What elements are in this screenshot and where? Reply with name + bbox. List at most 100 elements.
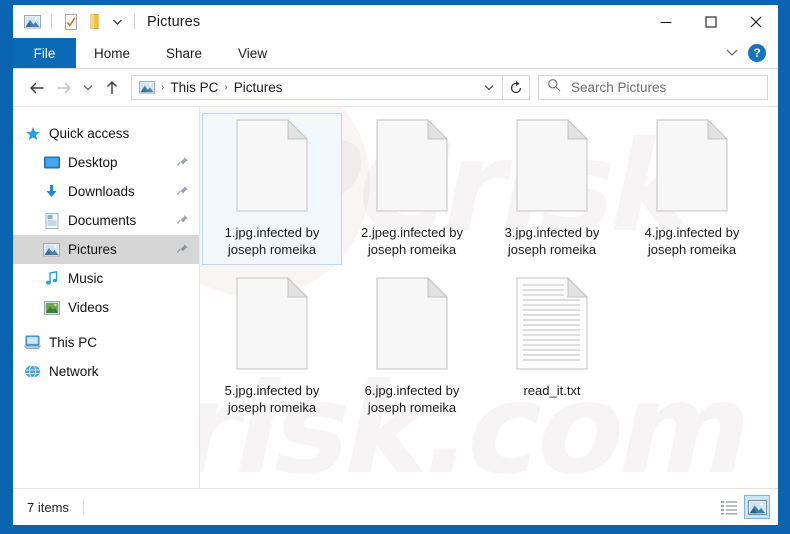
blank-file-icon bbox=[376, 118, 449, 217]
pictures-folder-icon[interactable] bbox=[24, 13, 41, 30]
breadcrumb-pictures[interactable]: Pictures bbox=[230, 80, 287, 95]
up-button[interactable] bbox=[98, 74, 125, 101]
tab-share[interactable]: Share bbox=[148, 38, 220, 68]
title-bar: Pictures bbox=[13, 5, 778, 38]
status-bar: 7 items bbox=[13, 488, 778, 525]
tab-file[interactable]: File bbox=[13, 38, 76, 68]
recent-locations-button[interactable] bbox=[77, 74, 98, 101]
file-item[interactable]: 1.jpg.infected by joseph romeika bbox=[202, 113, 342, 265]
address-pictures-icon bbox=[138, 79, 155, 96]
window-title: Pictures bbox=[147, 13, 201, 30]
file-name-label: 3.jpg.infected by joseph romeika bbox=[504, 225, 600, 257]
address-bar[interactable]: › This PC › Pictures bbox=[131, 75, 503, 100]
sidebar-item-videos[interactable]: Videos bbox=[13, 293, 199, 322]
large-icons-view-button[interactable] bbox=[744, 495, 770, 519]
address-dropdown-chevron-icon[interactable] bbox=[478, 76, 500, 99]
blank-file-icon bbox=[376, 276, 449, 375]
file-item[interactable]: 3.jpg.infected by joseph romeika bbox=[482, 113, 622, 265]
help-icon[interactable]: ? bbox=[748, 44, 766, 62]
desktop-icon bbox=[43, 154, 60, 171]
search-box[interactable]: Search Pictures bbox=[538, 75, 768, 100]
documents-icon bbox=[43, 212, 60, 229]
sidebar-item-quick-access[interactable]: Quick access bbox=[13, 119, 199, 148]
sidebar-item-desktop[interactable]: Desktop bbox=[13, 148, 199, 177]
explorer-body: Quick access Desktop Downloads Documents… bbox=[13, 106, 778, 488]
sidebar-item-label: This PC bbox=[49, 335, 98, 350]
sidebar-item-music[interactable]: Music bbox=[13, 264, 199, 293]
file-name-label: 5.jpg.infected by joseph romeika bbox=[224, 383, 320, 415]
breadcrumb-separator-1[interactable]: › bbox=[222, 82, 229, 93]
file-item[interactable]: read_it.txt bbox=[482, 271, 622, 423]
item-count-label: 7 items bbox=[27, 499, 69, 515]
refresh-button[interactable] bbox=[503, 75, 530, 100]
sidebar-item-label: Videos bbox=[68, 300, 110, 315]
sidebar-item-label: Desktop bbox=[68, 155, 118, 170]
navigation-pane: Quick access Desktop Downloads Documents… bbox=[13, 107, 200, 488]
sidebar-item-label: Downloads bbox=[68, 184, 135, 199]
pin-icon[interactable] bbox=[176, 185, 189, 198]
toolbar-separator-2 bbox=[134, 14, 135, 29]
sidebar-item-documents[interactable]: Documents bbox=[13, 206, 199, 235]
window-controls bbox=[643, 5, 778, 38]
this-pc-icon bbox=[24, 334, 41, 351]
sidebar-item-pictures[interactable]: Pictures bbox=[13, 235, 199, 264]
back-button[interactable] bbox=[23, 74, 50, 101]
file-name-label: read_it.txt bbox=[523, 383, 581, 398]
file-item[interactable]: 5.jpg.infected by joseph romeika bbox=[202, 271, 342, 423]
sidebar-item-label: Music bbox=[68, 271, 104, 286]
search-input[interactable]: Search Pictures bbox=[571, 80, 666, 95]
toolbar-separator bbox=[51, 14, 52, 29]
ribbon-tab-bar: File Home Share View ? bbox=[13, 38, 778, 69]
customize-chevron-icon[interactable] bbox=[110, 15, 124, 29]
pin-icon[interactable] bbox=[176, 243, 189, 256]
properties-icon[interactable] bbox=[62, 13, 79, 30]
file-name-label: 6.jpg.infected by joseph romeika bbox=[364, 383, 460, 415]
details-view-button[interactable] bbox=[716, 495, 742, 519]
sidebar-item-this-pc[interactable]: This PC bbox=[13, 328, 199, 357]
search-icon bbox=[547, 78, 561, 97]
status-divider bbox=[82, 499, 84, 515]
sidebar-item-downloads[interactable]: Downloads bbox=[13, 177, 199, 206]
pin-icon[interactable] bbox=[176, 214, 189, 227]
sidebar-item-label: Quick access bbox=[49, 126, 130, 141]
file-list-pane[interactable]: PCrisk risk.com 1.jpg.infected by joseph… bbox=[200, 107, 778, 488]
file-grid: 1.jpg.infected by joseph romeika 2.jpeg.… bbox=[200, 107, 778, 429]
pictures-icon bbox=[43, 241, 60, 258]
sidebar-item-label: Network bbox=[49, 364, 99, 379]
minimize-button[interactable] bbox=[643, 5, 688, 38]
file-item[interactable]: 2.jpeg.infected by joseph romeika bbox=[342, 113, 482, 265]
network-icon bbox=[24, 363, 41, 380]
blank-file-icon bbox=[516, 118, 589, 217]
tab-view[interactable]: View bbox=[220, 38, 285, 68]
file-item[interactable]: 4.jpg.infected by joseph romeika bbox=[622, 113, 762, 265]
expand-ribbon-chevron-icon[interactable] bbox=[726, 47, 738, 59]
close-button[interactable] bbox=[733, 5, 778, 38]
address-toolbar: › This PC › Pictures Search Pictures bbox=[13, 69, 778, 106]
sidebar-item-label: Documents bbox=[68, 213, 137, 228]
breadcrumb-this-pc[interactable]: This PC bbox=[166, 80, 222, 95]
file-explorer-window: Pictures File Home Share View ? › This P… bbox=[13, 5, 778, 525]
file-name-label: 1.jpg.infected by joseph romeika bbox=[224, 225, 320, 257]
breadcrumb-separator-0[interactable]: › bbox=[159, 82, 166, 93]
file-item[interactable]: 6.jpg.infected by joseph romeika bbox=[342, 271, 482, 423]
quick-access-toolbar bbox=[13, 13, 138, 30]
sidebar-item-network[interactable]: Network bbox=[13, 357, 199, 386]
new-folder-icon[interactable] bbox=[86, 13, 103, 30]
forward-button[interactable] bbox=[50, 74, 77, 101]
ribbon-right-controls: ? bbox=[726, 38, 778, 68]
maximize-button[interactable] bbox=[688, 5, 733, 38]
downloads-icon bbox=[43, 183, 60, 200]
sidebar-item-label: Pictures bbox=[68, 242, 117, 257]
blank-file-icon bbox=[656, 118, 729, 217]
blank-file-icon bbox=[236, 118, 309, 217]
music-icon bbox=[43, 270, 60, 287]
text-file-icon bbox=[516, 276, 589, 375]
file-name-label: 4.jpg.infected by joseph romeika bbox=[644, 225, 740, 257]
desktop-background: Pictures File Home Share View ? › This P… bbox=[0, 0, 790, 534]
star-icon bbox=[24, 125, 41, 142]
videos-icon bbox=[43, 299, 60, 316]
tab-home[interactable]: Home bbox=[76, 38, 148, 68]
file-name-label: 2.jpeg.infected by joseph romeika bbox=[361, 225, 463, 257]
pin-icon[interactable] bbox=[176, 156, 189, 169]
ribbon-spacer bbox=[285, 38, 726, 68]
